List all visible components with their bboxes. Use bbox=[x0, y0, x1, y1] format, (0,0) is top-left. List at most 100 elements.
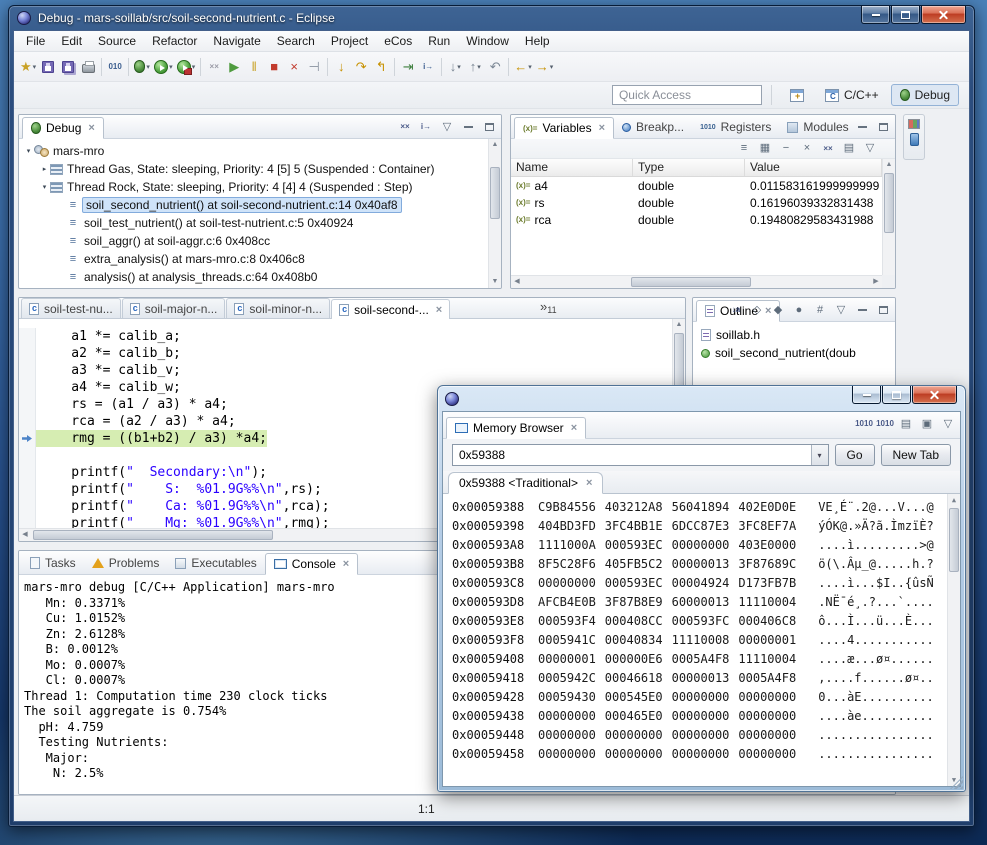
suspend-icon[interactable]: ‖ bbox=[244, 56, 264, 78]
last-edit-location-icon[interactable]: ↶ bbox=[485, 56, 505, 78]
view-menu-icon[interactable]: ▽ bbox=[861, 141, 879, 157]
remove-selected-icon[interactable]: × bbox=[798, 141, 816, 157]
menu-refactor[interactable]: Refactor bbox=[144, 31, 205, 51]
close-tab-icon[interactable]: × bbox=[599, 122, 605, 134]
menu-file[interactable]: File bbox=[18, 31, 53, 51]
scroll-down-icon[interactable]: ▼ bbox=[489, 276, 501, 288]
scroll-left-icon[interactable]: ◀ bbox=[511, 276, 523, 288]
hide-static-icon[interactable]: ◆ bbox=[769, 302, 787, 318]
variable-row[interactable]: (x)=a4double0.011583161999999999 bbox=[511, 177, 882, 194]
memory-vertical-scrollbar[interactable]: ▲ ▼ bbox=[947, 494, 960, 786]
column-header-type[interactable]: Type bbox=[633, 159, 745, 176]
maximize-view-icon[interactable] bbox=[874, 302, 892, 318]
scroll-up-icon[interactable]: ▲ bbox=[883, 159, 895, 171]
minimize-button[interactable] bbox=[852, 386, 881, 404]
tab-console[interactable]: Console× bbox=[265, 553, 358, 575]
terminate-icon[interactable]: ■ bbox=[264, 56, 284, 78]
menu-edit[interactable]: Edit bbox=[53, 31, 90, 51]
instruction-stepping-icon[interactable]: i→ bbox=[418, 56, 438, 78]
memory-dump-table[interactable]: 0x00059388C9B84556403212A856041894402E0D… bbox=[443, 494, 960, 786]
remove-terminated-icon[interactable]: ×× bbox=[204, 56, 224, 78]
hide-fields-icon[interactable]: ◇ bbox=[748, 302, 766, 318]
memory-row[interactable]: 0x00059448000000000000000000000000000000… bbox=[452, 726, 960, 745]
menu-help[interactable]: Help bbox=[517, 31, 558, 51]
debug-tree-item[interactable]: ≡analysis() at analysis_threads.c:64 0x4… bbox=[19, 268, 488, 286]
close-tab-icon[interactable]: × bbox=[586, 477, 592, 489]
debug-tree-item[interactable]: ≡soil_aggr() at soil-aggr.c:6 0x408cc bbox=[19, 232, 488, 250]
debug-tree-item[interactable]: ≡extra_analysis() at mars-mro.c:8 0x406c… bbox=[19, 250, 488, 268]
minimized-palette-view-icon[interactable] bbox=[908, 119, 920, 129]
terminate-all-icon[interactable]: × bbox=[284, 56, 304, 78]
editor-tab-soil-test-nu[interactable]: soil-test-nu... bbox=[21, 298, 121, 318]
tab-memory-browser[interactable]: Memory Browser × bbox=[446, 417, 586, 439]
outline-item[interactable]: soil_second_nutrient(doub bbox=[693, 344, 895, 362]
scrollbar-thumb[interactable] bbox=[490, 167, 500, 219]
tab-registers[interactable]: 1010Registers bbox=[692, 116, 779, 138]
tab-variables[interactable]: (x)=Variables× bbox=[514, 117, 614, 139]
minimize-button[interactable] bbox=[861, 6, 890, 24]
tab-problems[interactable]: Problems bbox=[84, 552, 168, 574]
quick-access-input[interactable] bbox=[612, 85, 762, 105]
close-tab-icon[interactable]: × bbox=[343, 558, 349, 570]
new-view-icon[interactable]: ▤ bbox=[840, 141, 858, 157]
step-return-icon[interactable]: ↰ bbox=[371, 56, 391, 78]
remove-all-icon[interactable]: ×× bbox=[819, 141, 837, 157]
memory-row[interactable]: 0x0005940800000001000000E60005A4F8111100… bbox=[452, 650, 960, 669]
menu-source[interactable]: Source bbox=[90, 31, 144, 51]
close-tab-icon[interactable]: × bbox=[571, 422, 577, 434]
variables-horizontal-scrollbar[interactable]: ◀ ▶ bbox=[511, 275, 882, 288]
disconnect-icon[interactable]: ⊣ bbox=[304, 56, 324, 78]
forward-icon[interactable]: →▾ bbox=[534, 56, 556, 78]
tab-debug[interactable]: Debug × bbox=[22, 117, 104, 139]
endianness-be-icon[interactable]: 1010 bbox=[876, 416, 894, 432]
run-launch-icon[interactable]: ▾ bbox=[152, 56, 175, 78]
debug-tree-item[interactable]: ≡soil_second_nutrient() at soil-second-n… bbox=[19, 196, 488, 214]
close-tab-icon[interactable]: × bbox=[88, 122, 94, 134]
debug-tree-item[interactable]: ▸Thread Gas, State: sleeping, Priority: … bbox=[19, 160, 488, 178]
minimized-device-view-icon[interactable] bbox=[910, 133, 919, 146]
variables-vertical-scrollbar[interactable]: ▲ ▼ bbox=[882, 159, 895, 288]
instruction-stepping-mode-icon[interactable]: i→ bbox=[417, 119, 435, 135]
resume-icon[interactable]: ▶ bbox=[224, 56, 244, 78]
prev-annotation-icon[interactable]: ↑▾ bbox=[465, 56, 485, 78]
maximize-view-icon[interactable] bbox=[874, 119, 892, 135]
scrollbar-thumb[interactable] bbox=[631, 277, 751, 287]
titlebar[interactable]: Debug - mars-soillab/src/soil-second-nut… bbox=[9, 6, 974, 30]
print-icon[interactable] bbox=[78, 56, 98, 78]
tab-breakp[interactable]: Breakp... bbox=[614, 116, 692, 138]
outline-item[interactable]: soillab.h bbox=[693, 326, 895, 344]
minimize-view-icon[interactable] bbox=[459, 119, 477, 135]
tab-memory-rendering[interactable]: 0x59388 <Traditional> × bbox=[448, 472, 603, 494]
maximize-view-icon[interactable] bbox=[480, 119, 498, 135]
memory-row[interactable]: 0x000593F80005941C0004083411110008000000… bbox=[452, 631, 960, 650]
memory-row[interactable]: 0x00059388C9B84556403212A856041894402E0D… bbox=[452, 498, 960, 517]
tab-executables[interactable]: Executables bbox=[167, 552, 264, 574]
column-header-value[interactable]: Value bbox=[745, 159, 882, 176]
show-type-names-icon[interactable]: ≡ bbox=[735, 141, 753, 157]
scroll-left-icon[interactable]: ◀ bbox=[19, 529, 31, 541]
remove-all-terminated-icon[interactable]: ×× bbox=[396, 119, 414, 135]
close-tab-icon[interactable]: × bbox=[436, 304, 442, 316]
scrollbar-thumb[interactable] bbox=[33, 530, 273, 540]
cpp-perspective-button[interactable]: C/C++ bbox=[816, 84, 888, 106]
editor-tab-soil-second[interactable]: soil-second-...× bbox=[331, 299, 450, 319]
scroll-up-icon[interactable]: ▲ bbox=[489, 139, 501, 151]
collapse-all-icon[interactable]: − bbox=[777, 141, 795, 157]
binary-build-icon[interactable]: 010 bbox=[105, 56, 125, 78]
memory-window-titlebar[interactable] bbox=[438, 386, 965, 411]
step-over-icon[interactable]: ↷ bbox=[351, 56, 371, 78]
variable-row[interactable]: (x)=rsdouble0.16196039332831438 bbox=[511, 194, 882, 211]
tab-tasks[interactable]: Tasks bbox=[22, 552, 84, 574]
debug-vertical-scrollbar[interactable]: ▲ ▼ bbox=[488, 139, 501, 288]
menu-ecos[interactable]: eCos bbox=[376, 31, 420, 51]
run-to-line-icon[interactable]: ⇥ bbox=[398, 56, 418, 78]
menu-window[interactable]: Window bbox=[458, 31, 517, 51]
save-all-icon[interactable] bbox=[58, 56, 78, 78]
endianness-le-icon[interactable]: 1010 bbox=[855, 416, 873, 432]
memory-row[interactable]: 0x000593D8AFCB4E0B3F87B8E960000013111100… bbox=[452, 593, 960, 612]
close-button[interactable] bbox=[912, 386, 957, 404]
column-header-name[interactable]: Name bbox=[511, 159, 633, 176]
menu-navigate[interactable]: Navigate bbox=[205, 31, 268, 51]
save-icon[interactable] bbox=[38, 56, 58, 78]
editor-tab-soil-minor-n[interactable]: soil-minor-n... bbox=[226, 298, 330, 318]
